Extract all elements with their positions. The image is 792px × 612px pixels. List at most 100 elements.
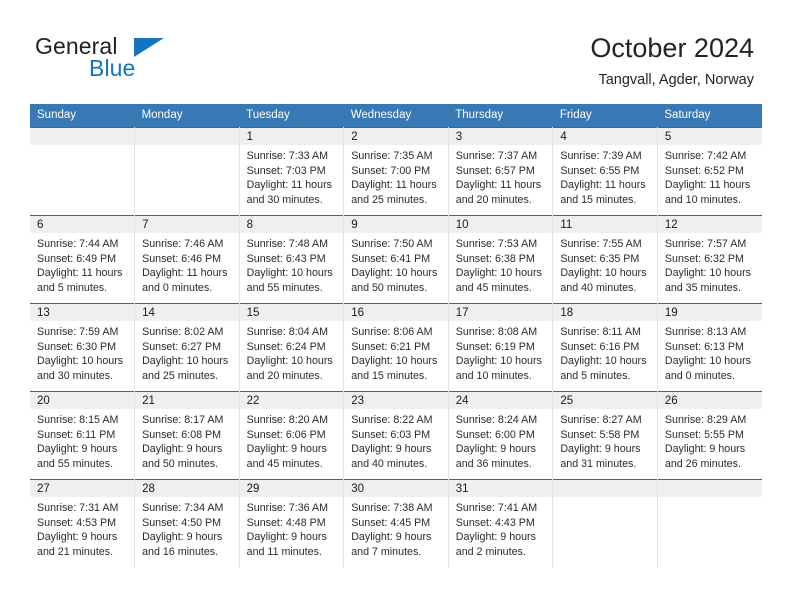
daylight-text-line2: and 20 minutes.: [455, 193, 532, 206]
daylight-text-line1: Daylight: 9 hours: [142, 531, 223, 544]
weekday-header-thursday: Thursday: [448, 104, 553, 128]
day-details: [658, 497, 762, 501]
sunset-text: Sunset: 6:19 PM: [455, 340, 535, 353]
calendar-day-cell[interactable]: 17 Sunrise: 8:08 AM Sunset: 6:19 PM Dayligh…: [448, 303, 554, 392]
weekday-header-row: Sunday Monday Tuesday Wednesday Thursday Frid…: [30, 104, 762, 128]
brand-triangle-icon: [134, 38, 164, 57]
calendar-day-cell[interactable]: 26 Sunrise: 8:29 AM Sunset: 5:55 PM Dayligh…: [657, 391, 762, 480]
day-details: Sunrise: 8:06 AM Sunset: 6:21 PM Daylight:…: [344, 321, 448, 383]
daylight-text-line2: and 40 minutes.: [351, 457, 428, 470]
calendar-day-cell[interactable]: 7 Sunrise: 7:46 AM Sunset: 6:46 PM Daylight…: [134, 215, 240, 304]
calendar-week-row: 20 Sunrise: 8:15 AM Sunset: 6:11 PM Dayligh…: [30, 391, 762, 480]
daylight-text-line1: Daylight: 11 hours: [455, 179, 542, 192]
calendar-day-cell[interactable]: 20 Sunrise: 8:15 AM Sunset: 6:11 PM Dayligh…: [30, 391, 136, 480]
daylight-text-line2: and 26 minutes.: [664, 457, 741, 470]
calendar-day-cell[interactable]: 8 Sunrise: 7:48 AM Sunset: 6:43 PM Daylight…: [239, 215, 345, 304]
calendar-day-cell[interactable]: 25 Sunrise: 8:27 AM Sunset: 5:58 PM Dayligh…: [552, 391, 658, 480]
daylight-text-line1: Daylight: 9 hours: [142, 443, 223, 456]
calendar-day-cell[interactable]: 30 Sunrise: 7:38 AM Sunset: 4:45 PM Dayligh…: [343, 479, 449, 568]
daylight-text-line1: Daylight: 9 hours: [351, 531, 432, 544]
day-details: Sunrise: 8:13 AM Sunset: 6:13 PM Daylight:…: [658, 321, 762, 383]
day-number: 18: [553, 304, 657, 321]
day-number: 17: [448, 304, 553, 321]
calendar-day-cell[interactable]: 21 Sunrise: 8:17 AM Sunset: 6:08 PM Dayligh…: [134, 391, 240, 480]
calendar-day-cell[interactable]: 5 Sunrise: 7:42 AM Sunset: 6:52 PM Daylight…: [657, 127, 762, 216]
sunset-text: Sunset: 6:38 PM: [455, 252, 535, 265]
calendar-day-cell[interactable]: 24 Sunrise: 8:24 AM Sunset: 6:00 PM Dayligh…: [448, 391, 554, 480]
sunset-text: Sunset: 6:00 PM: [455, 428, 535, 441]
calendar-day-cell[interactable]: 28 Sunrise: 7:34 AM Sunset: 4:50 PM Dayligh…: [134, 479, 240, 568]
day-number: 7: [135, 216, 239, 233]
calendar-day-cell[interactable]: 13 Sunrise: 7:59 AM Sunset: 6:30 PM Dayligh…: [30, 303, 136, 392]
day-details: Sunrise: 7:36 AM Sunset: 4:48 PM Daylight:…: [240, 497, 344, 559]
calendar-day-cell[interactable]: 14 Sunrise: 8:02 AM Sunset: 6:27 PM Dayligh…: [134, 303, 240, 392]
day-details: Sunrise: 7:41 AM Sunset: 4:43 PM Daylight:…: [449, 497, 553, 559]
calendar-day-cell[interactable]: 3 Sunrise: 7:37 AM Sunset: 6:57 PM Daylight…: [448, 127, 554, 216]
brand-name-blue: Blue: [89, 55, 136, 81]
calendar-day-cell[interactable]: 31 Sunrise: 7:41 AM Sunset: 4:43 PM Dayligh…: [448, 479, 554, 568]
calendar-day-cell[interactable]: 29 Sunrise: 7:36 AM Sunset: 4:48 PM Dayligh…: [239, 479, 345, 568]
day-number: 21: [135, 392, 239, 409]
calendar-day-cell[interactable]: 23 Sunrise: 8:22 AM Sunset: 6:03 PM Dayligh…: [343, 391, 449, 480]
day-details: [30, 145, 134, 149]
calendar-day-cell[interactable]: 11 Sunrise: 7:55 AM Sunset: 6:35 PM Dayligh…: [552, 215, 658, 304]
calendar-day-cell[interactable]: 27 Sunrise: 7:31 AM Sunset: 4:53 PM Dayligh…: [30, 479, 136, 568]
day-number: [135, 128, 239, 145]
weekday-header-monday: Monday: [134, 104, 240, 128]
daylight-text-line2: and 30 minutes.: [246, 193, 323, 206]
sunrise-text: Sunrise: 7:39 AM: [560, 150, 642, 162]
day-details: Sunrise: 7:44 AM Sunset: 6:49 PM Daylight:…: [30, 233, 134, 295]
day-number: 22: [239, 392, 344, 409]
sunrise-text: Sunrise: 7:41 AM: [455, 502, 538, 514]
daylight-text-line2: and 25 minutes.: [351, 193, 428, 206]
day-number: 15: [239, 304, 344, 321]
calendar-day-cell[interactable]: 1 Sunrise: 7:33 AM Sunset: 7:03 PM Daylight…: [239, 127, 345, 216]
day-details: Sunrise: 8:15 AM Sunset: 6:11 PM Daylight:…: [30, 409, 134, 471]
sunrise-text: Sunrise: 8:29 AM: [664, 414, 747, 426]
day-number: 1: [239, 128, 344, 145]
day-details: Sunrise: 7:50 AM Sunset: 6:41 PM Daylight:…: [344, 233, 448, 295]
daylight-text-line1: Daylight: 11 hours: [560, 179, 646, 192]
daylight-text-line1: Daylight: 9 hours: [455, 443, 536, 456]
day-details: Sunrise: 7:46 AM Sunset: 6:46 PM Daylight:…: [135, 233, 239, 295]
weekday-header-saturday: Saturday: [657, 104, 762, 128]
sunset-text: Sunset: 6:06 PM: [246, 428, 326, 441]
calendar-day-cell[interactable]: 15 Sunrise: 8:04 AM Sunset: 6:24 PM Dayligh…: [239, 303, 345, 392]
day-details: [553, 497, 657, 501]
daylight-text-line2: and 50 minutes.: [351, 281, 428, 294]
day-number: 3: [448, 128, 553, 145]
day-details: Sunrise: 8:22 AM Sunset: 6:03 PM Daylight:…: [344, 409, 448, 471]
daylight-text-line1: Daylight: 11 hours: [37, 267, 123, 280]
daylight-text-line2: and 55 minutes.: [246, 281, 323, 294]
day-number: 2: [344, 128, 448, 145]
day-number: 19: [657, 304, 762, 321]
calendar-day-cell[interactable]: 16 Sunrise: 8:06 AM Sunset: 6:21 PM Dayligh…: [343, 303, 449, 392]
sunset-text: Sunset: 6:52 PM: [664, 164, 744, 177]
calendar-day-cell[interactable]: 18 Sunrise: 8:11 AM Sunset: 6:16 PM Dayligh…: [552, 303, 658, 392]
calendar-day-cell[interactable]: 12 Sunrise: 7:57 AM Sunset: 6:32 PM Dayligh…: [657, 215, 762, 304]
daylight-text-line1: Daylight: 11 hours: [351, 179, 437, 192]
sunset-text: Sunset: 7:00 PM: [351, 164, 431, 177]
calendar-day-cell[interactable]: 10 Sunrise: 7:53 AM Sunset: 6:38 PM Dayligh…: [448, 215, 554, 304]
sunset-text: Sunset: 6:27 PM: [142, 340, 222, 353]
daylight-text-line2: and 15 minutes.: [560, 193, 637, 206]
day-number: [553, 480, 657, 497]
calendar-day-cell[interactable]: 2 Sunrise: 7:35 AM Sunset: 7:00 PM Daylight…: [343, 127, 449, 216]
calendar-week-row: 13 Sunrise: 7:59 AM Sunset: 6:30 PM Dayligh…: [30, 303, 762, 392]
calendar-day-cell[interactable]: 9 Sunrise: 7:50 AM Sunset: 6:41 PM Daylight…: [343, 215, 449, 304]
brand-logo[interactable]: General Blue: [35, 33, 235, 85]
calendar-day-cell[interactable]: 22 Sunrise: 8:20 AM Sunset: 6:06 PM Dayligh…: [239, 391, 345, 480]
day-number: 4: [553, 128, 657, 145]
day-details: Sunrise: 8:27 AM Sunset: 5:58 PM Daylight:…: [553, 409, 657, 471]
day-number: 8: [239, 216, 344, 233]
sunset-text: Sunset: 5:58 PM: [560, 428, 640, 441]
sunrise-text: Sunrise: 7:31 AM: [37, 502, 119, 514]
day-details: [135, 145, 239, 149]
calendar-day-cell[interactable]: 19 Sunrise: 8:13 AM Sunset: 6:13 PM Dayligh…: [657, 303, 762, 392]
daylight-text-line2: and 5 minutes.: [37, 281, 108, 294]
sunrise-text: Sunrise: 8:13 AM: [664, 326, 747, 338]
calendar-day-cell[interactable]: 4 Sunrise: 7:39 AM Sunset: 6:55 PM Daylight…: [552, 127, 658, 216]
calendar-day-cell[interactable]: 6 Sunrise: 7:44 AM Sunset: 6:49 PM Daylight…: [30, 215, 136, 304]
day-number: 6: [30, 216, 135, 233]
sunset-text: Sunset: 5:55 PM: [664, 428, 744, 441]
